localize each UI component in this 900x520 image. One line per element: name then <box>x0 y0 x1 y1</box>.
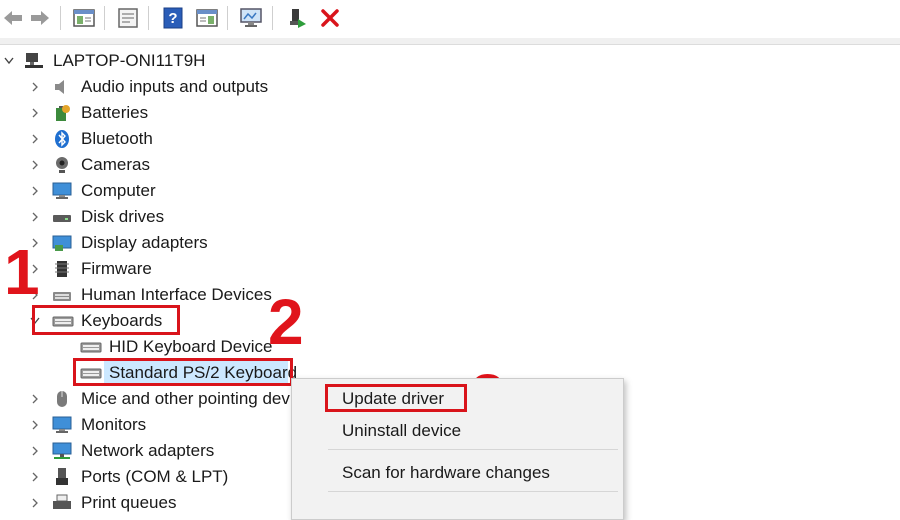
webcam-icon <box>52 155 72 175</box>
back-arrow-icon[interactable] <box>0 5 26 31</box>
network-adapter-icon <box>52 441 72 461</box>
expand-chevron-icon[interactable] <box>28 386 42 412</box>
firmware-chip-icon <box>52 259 72 279</box>
show-hide-console-tree-icon[interactable] <box>71 5 97 31</box>
tree-item-print-queues[interactable]: Print queues <box>81 490 176 516</box>
bluetooth-icon <box>52 129 72 149</box>
tree-item-cameras[interactable]: Cameras <box>81 152 150 178</box>
speaker-icon <box>52 77 72 97</box>
keyboard-icon <box>80 337 102 357</box>
tree-item-disk-drives[interactable]: Disk drives <box>81 204 164 230</box>
properties-icon[interactable] <box>115 5 141 31</box>
expand-chevron-icon[interactable] <box>28 152 42 178</box>
expand-chevron-icon[interactable] <box>28 204 42 230</box>
expand-chevron-icon[interactable] <box>28 178 42 204</box>
tree-item-monitors[interactable]: Monitors <box>81 412 146 438</box>
expand-chevron-icon[interactable] <box>28 464 42 490</box>
computer-monitor-icon[interactable] <box>238 5 264 31</box>
tree-item-ports[interactable]: Ports (COM & LPT) <box>81 464 228 490</box>
svg-text:?: ? <box>168 10 177 27</box>
monitor-icon <box>52 181 72 201</box>
menu-item-scan-hardware[interactable]: Scan for hardware changes <box>342 460 550 486</box>
tree-item-mice[interactable]: Mice and other pointing dev <box>81 386 291 412</box>
tree-item-bluetooth[interactable]: Bluetooth <box>81 126 153 152</box>
computer-tree-icon <box>24 50 44 70</box>
expand-chevron-icon[interactable] <box>28 412 42 438</box>
menu-separator <box>328 491 618 492</box>
disk-drive-icon <box>52 207 72 227</box>
tree-item-batteries[interactable]: Batteries <box>81 100 148 126</box>
printer-icon <box>52 493 72 513</box>
menu-item-uninstall-device[interactable]: Uninstall device <box>342 418 461 444</box>
tree-item-computer[interactable]: Computer <box>81 178 156 204</box>
mouse-icon <box>52 389 72 409</box>
expand-chevron-icon[interactable] <box>28 100 42 126</box>
expand-chevron-icon[interactable] <box>28 490 42 516</box>
ps2-keyboard-highlight-box <box>73 358 293 386</box>
help-icon[interactable]: ? <box>160 5 186 31</box>
action-pane-icon[interactable] <box>194 5 220 31</box>
uninstall-icon[interactable] <box>317 5 343 31</box>
expand-chevron-icon[interactable] <box>28 74 42 100</box>
enable-device-icon[interactable] <box>284 5 310 31</box>
update-driver-highlight-box <box>325 384 467 412</box>
port-icon <box>52 467 72 487</box>
tree-item-firmware[interactable]: Firmware <box>81 256 152 282</box>
battery-icon <box>52 103 72 123</box>
expand-chevron-icon[interactable] <box>28 126 42 152</box>
display-adapter-icon <box>52 233 72 253</box>
expand-chevron-icon[interactable] <box>28 438 42 464</box>
toolbar-divider <box>0 38 900 45</box>
keyboards-highlight-box <box>32 305 180 335</box>
root-computer-label[interactable]: LAPTOP-ONI11T9H <box>53 48 205 74</box>
tree-item-network-adapters[interactable]: Network adapters <box>81 438 214 464</box>
step-2-label: 2 <box>268 286 304 358</box>
hid-icon <box>52 285 72 305</box>
tree-item-display-adapters[interactable]: Display adapters <box>81 230 208 256</box>
tree-item-hid-keyboard[interactable]: HID Keyboard Device <box>109 334 272 360</box>
collapse-chevron-icon[interactable] <box>2 48 16 74</box>
monitor-icon <box>52 415 72 435</box>
step-1-label: 1 <box>4 236 40 308</box>
menu-separator <box>328 449 618 450</box>
tree-item-audio[interactable]: Audio inputs and outputs <box>81 74 268 100</box>
toolbar: ? <box>0 0 900 39</box>
forward-arrow-icon[interactable] <box>27 5 53 31</box>
